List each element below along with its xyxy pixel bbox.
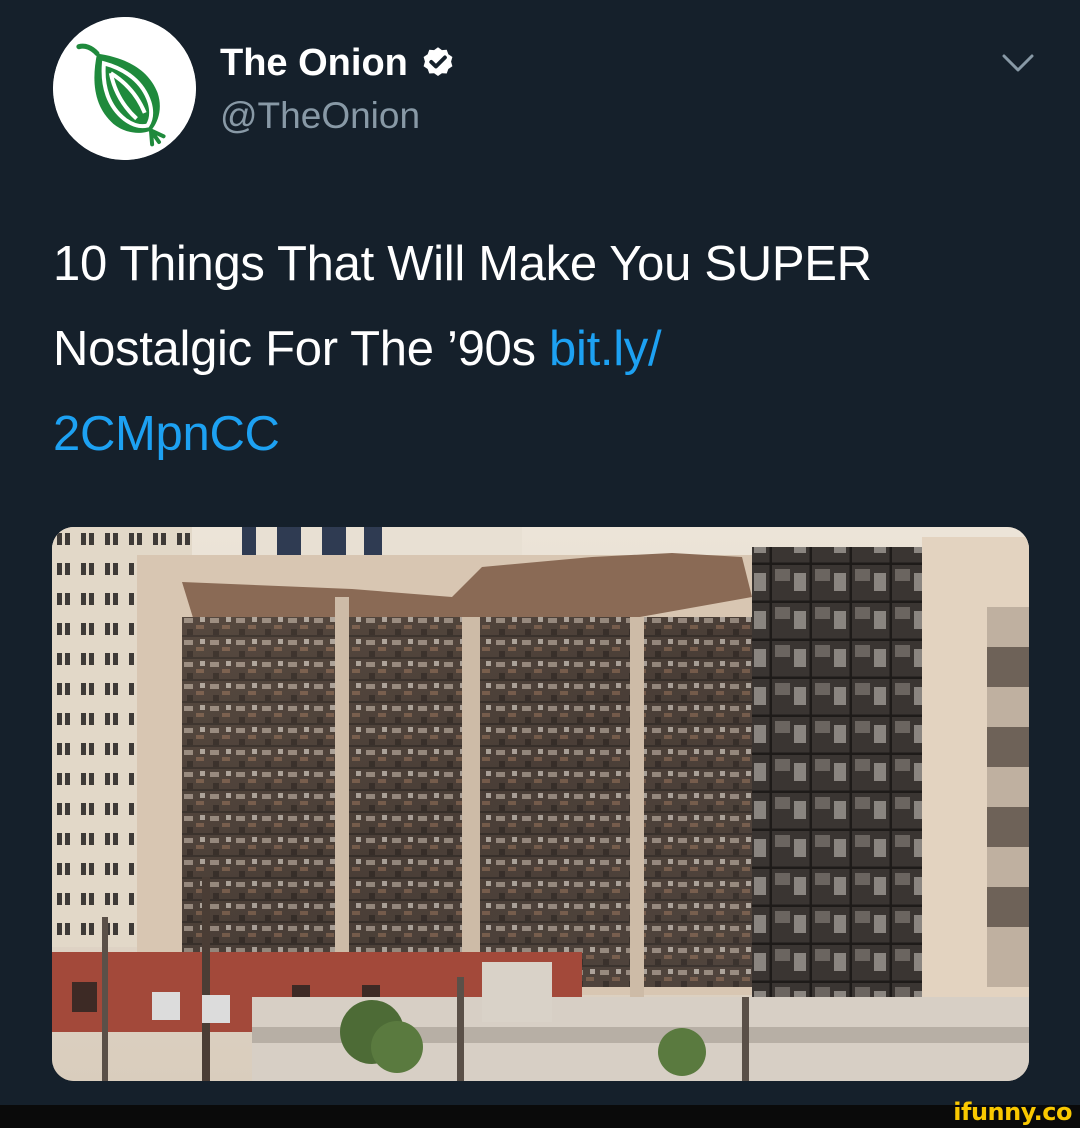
- watermark-bar: [0, 1105, 1080, 1128]
- tweet-text: 10 Things That Will Make You SUPER Nosta…: [53, 222, 1013, 477]
- display-name[interactable]: The Onion: [220, 40, 408, 86]
- tweet-body: 10 Things That Will Make You SUPER Nosta…: [53, 237, 872, 376]
- profile-avatar[interactable]: [53, 17, 196, 160]
- verified-badge-icon: [420, 45, 456, 81]
- chevron-down-icon[interactable]: [998, 48, 1038, 78]
- tweet-link-part1: bit.ly/: [549, 322, 662, 376]
- ifunny-watermark: ifunny.co: [953, 1098, 1072, 1126]
- tweet-media-image[interactable]: [52, 527, 1029, 1081]
- account-handle[interactable]: @TheOnion: [220, 93, 420, 139]
- tweet-link-part2: 2CMpnCC: [53, 407, 280, 461]
- name-row: The Onion: [220, 40, 456, 86]
- damaged-building-photo: [52, 527, 1029, 1081]
- tweet-screenshot: The Onion @TheOnion 10 Things That Will …: [0, 0, 1080, 1128]
- onion-logo-icon: [53, 17, 196, 160]
